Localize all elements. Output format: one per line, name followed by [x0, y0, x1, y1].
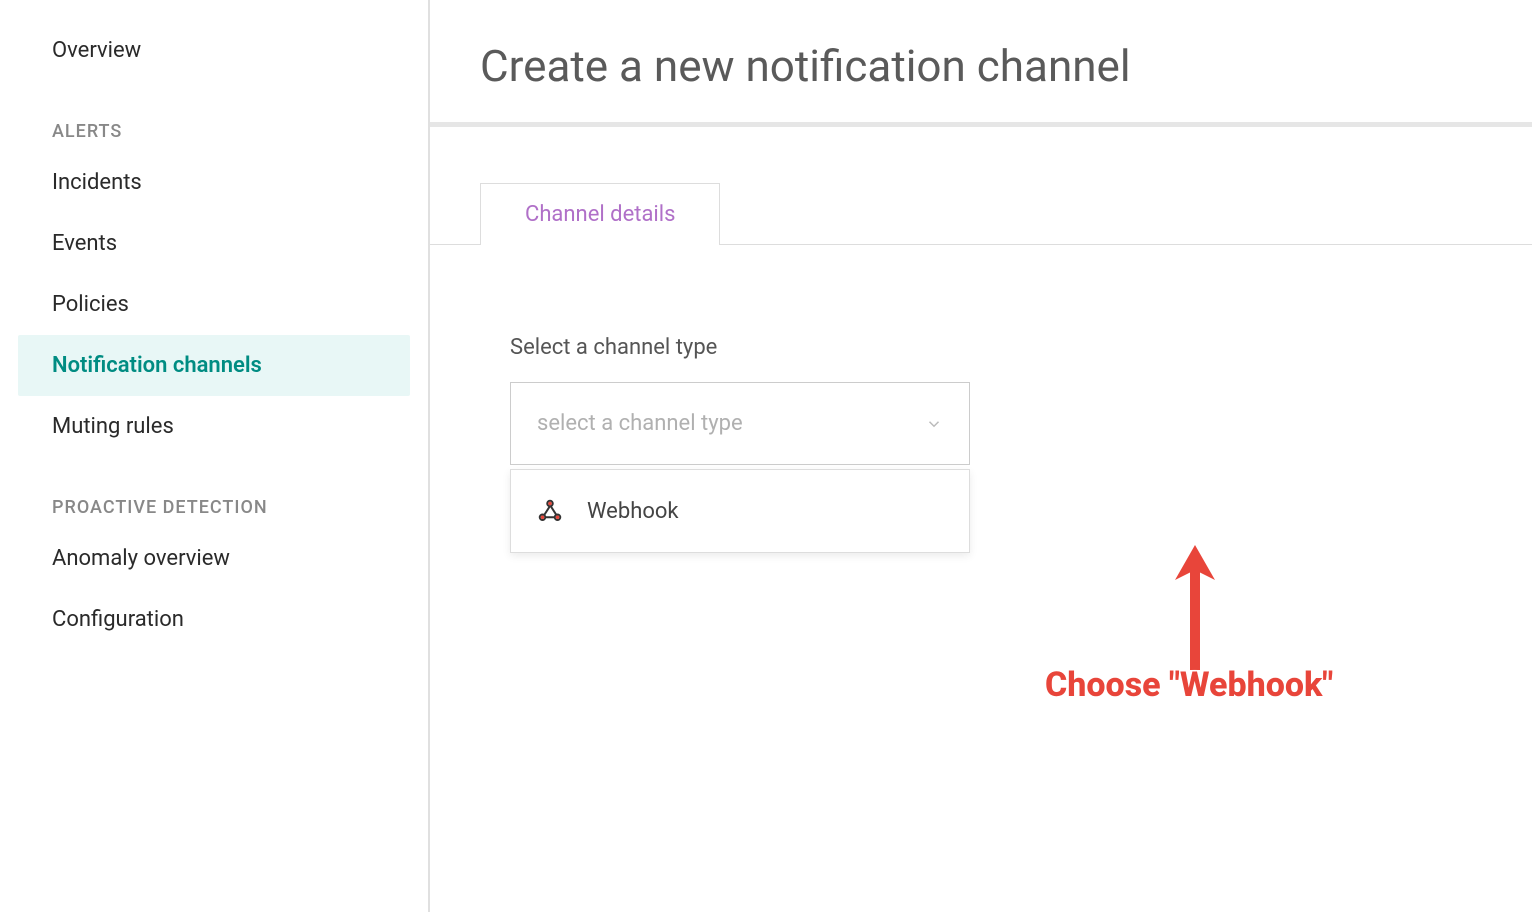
dropdown-option-webhook[interactable]: Webhook: [511, 470, 969, 552]
form-area: Select a channel type select a channel t…: [430, 245, 1532, 553]
channel-type-label: Select a channel type: [510, 335, 1532, 360]
sidebar: Overview ALERTS Incidents Events Policie…: [0, 0, 430, 912]
sidebar-section-alerts: ALERTS: [0, 81, 428, 152]
sidebar-item-anomaly-overview[interactable]: Anomaly overview: [0, 528, 428, 589]
annotation-text: Choose "Webhook": [1045, 665, 1333, 705]
main-content: Create a new notification channel Channe…: [430, 0, 1532, 912]
select-placeholder: select a channel type: [537, 411, 743, 436]
divider: [430, 122, 1532, 127]
sidebar-item-incidents[interactable]: Incidents: [0, 152, 428, 213]
channel-type-dropdown: Webhook: [510, 469, 970, 553]
webhook-icon: [535, 496, 565, 526]
sidebar-item-events[interactable]: Events: [0, 213, 428, 274]
tab-channel-details[interactable]: Channel details: [480, 183, 720, 245]
sidebar-section-proactive-detection: PROACTIVE DETECTION: [0, 457, 428, 528]
dropdown-option-label: Webhook: [587, 499, 679, 524]
sidebar-item-muting-rules[interactable]: Muting rules: [0, 396, 428, 457]
annotation-arrow-icon: [1165, 545, 1225, 675]
chevron-down-icon: [925, 415, 943, 433]
channel-type-select[interactable]: select a channel type: [510, 382, 970, 465]
sidebar-item-overview[interactable]: Overview: [0, 20, 428, 81]
page-title: Create a new notification channel: [430, 0, 1532, 122]
sidebar-item-notification-channels[interactable]: Notification channels: [18, 335, 410, 396]
select-display[interactable]: select a channel type: [511, 383, 969, 464]
tabs: Channel details: [430, 182, 1532, 245]
sidebar-item-policies[interactable]: Policies: [0, 274, 428, 335]
sidebar-item-configuration[interactable]: Configuration: [0, 589, 428, 650]
